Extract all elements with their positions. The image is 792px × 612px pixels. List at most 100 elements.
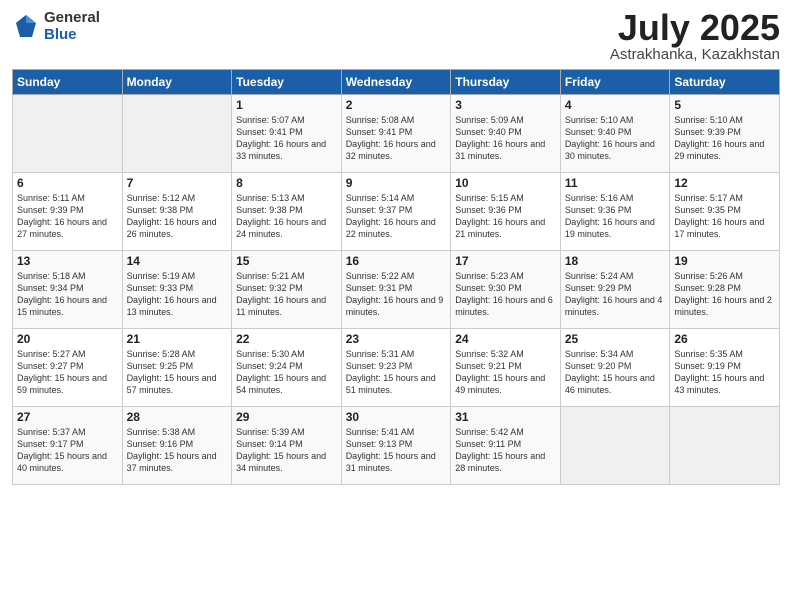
cell-info: Sunrise: 5:13 AMSunset: 9:38 PMDaylight:…	[236, 192, 337, 241]
calendar-cell: 14Sunrise: 5:19 AMSunset: 9:33 PMDayligh…	[122, 251, 232, 329]
calendar-cell: 4 Sunrise: 5:10 AMSunset: 9:40 PMDaylight…	[560, 95, 670, 173]
day-number: 15	[236, 254, 337, 268]
calendar-cell: 12 Sunrise: 5:17 AMSunset: 9:35 PMDayligh…	[670, 173, 780, 251]
day-number: 21	[127, 332, 228, 346]
calendar-cell: 18Sunrise: 5:24 AMSunset: 9:29 PMDayligh…	[560, 251, 670, 329]
header-day-tuesday: Tuesday	[232, 70, 342, 95]
header: General Blue July 2025 Astrakhanka, Kaza…	[12, 10, 780, 63]
calendar-cell: 26 Sunrise: 5:35 AMSunset: 9:19 PMDayligh…	[670, 329, 780, 407]
calendar-cell: 5Sunrise: 5:10 AMSunset: 9:39 PMDaylight…	[670, 95, 780, 173]
calendar-cell: 19 Sunrise: 5:26 AMSunset: 9:28 PMDayligh…	[670, 251, 780, 329]
day-number: 1	[236, 98, 337, 112]
cell-info: Sunrise: 5:12 AMSunset: 9:38 PMDaylight:…	[127, 192, 228, 241]
day-number: 9	[346, 176, 447, 190]
calendar-cell: 13 Sunrise: 5:18 AMSunset: 9:34 PMDayligh…	[13, 251, 123, 329]
day-number: 17	[455, 254, 556, 268]
cell-info: Sunrise: 5:41 AMSunset: 9:13 PMDaylight:…	[346, 426, 447, 475]
day-number: 29	[236, 410, 337, 424]
day-number: 23	[346, 332, 447, 346]
day-number: 20	[17, 332, 118, 346]
day-number: 11	[565, 176, 666, 190]
calendar-cell	[13, 95, 123, 173]
title-block: July 2025 Astrakhanka, Kazakhstan	[610, 10, 780, 63]
cell-info: Sunrise: 5:30 AMSunset: 9:24 PMDaylight:…	[236, 348, 337, 397]
header-day-thursday: Thursday	[451, 70, 561, 95]
calendar-cell: 7Sunrise: 5:12 AMSunset: 9:38 PMDaylight…	[122, 173, 232, 251]
header-day-monday: Monday	[122, 70, 232, 95]
week-row-2: 6Sunrise: 5:11 AMSunset: 9:39 PMDaylight…	[13, 173, 780, 251]
calendar-cell	[560, 407, 670, 485]
calendar-cell: 16Sunrise: 5:22 AMSunset: 9:31 PMDayligh…	[341, 251, 451, 329]
header-day-sunday: Sunday	[13, 70, 123, 95]
cell-info: Sunrise: 5:28 AMSunset: 9:25 PMDaylight:…	[127, 348, 228, 397]
location-title: Astrakhanka, Kazakhstan	[610, 46, 780, 63]
day-number: 4	[565, 98, 666, 112]
cell-info: Sunrise: 5:07 AMSunset: 9:41 PMDaylight:…	[236, 114, 337, 163]
cell-info: Sunrise: 5:10 AMSunset: 9:39 PMDaylight:…	[674, 114, 775, 163]
calendar-cell: 11Sunrise: 5:16 AMSunset: 9:36 PMDayligh…	[560, 173, 670, 251]
cell-info: Sunrise: 5:34 AMSunset: 9:20 PMDaylight:…	[565, 348, 666, 397]
header-day-friday: Friday	[560, 70, 670, 95]
cell-info: Sunrise: 5:39 AMSunset: 9:14 PMDaylight:…	[236, 426, 337, 475]
day-number: 26	[674, 332, 775, 346]
cell-info: Sunrise: 5:19 AMSunset: 9:33 PMDaylight:…	[127, 270, 228, 319]
logo-blue: Blue	[44, 27, 100, 44]
calendar-container: General Blue July 2025 Astrakhanka, Kaza…	[0, 0, 792, 495]
week-row-3: 13 Sunrise: 5:18 AMSunset: 9:34 PMDayligh…	[13, 251, 780, 329]
calendar-cell: 2 Sunrise: 5:08 AMSunset: 9:41 PMDaylight…	[341, 95, 451, 173]
cell-info: Sunrise: 5:17 AMSunset: 9:35 PMDaylight:…	[674, 192, 775, 241]
calendar-cell: 28 Sunrise: 5:38 AMSunset: 9:16 PMDayligh…	[122, 407, 232, 485]
cell-info: Sunrise: 5:14 AMSunset: 9:37 PMDaylight:…	[346, 192, 447, 241]
calendar-header-row: SundayMondayTuesdayWednesdayThursdayFrid…	[13, 70, 780, 95]
cell-info: Sunrise: 5:11 AMSunset: 9:39 PMDaylight:…	[17, 192, 118, 241]
month-title: July 2025	[610, 10, 780, 46]
logo-icon	[12, 13, 40, 41]
calendar-cell: 25Sunrise: 5:34 AMSunset: 9:20 PMDayligh…	[560, 329, 670, 407]
day-number: 13	[17, 254, 118, 268]
logo-general: General	[44, 10, 100, 27]
day-number: 3	[455, 98, 556, 112]
week-row-1: 1 Sunrise: 5:07 AMSunset: 9:41 PMDaylight…	[13, 95, 780, 173]
day-number: 27	[17, 410, 118, 424]
cell-info: Sunrise: 5:27 AMSunset: 9:27 PMDaylight:…	[17, 348, 118, 397]
day-number: 12	[674, 176, 775, 190]
cell-info: Sunrise: 5:21 AMSunset: 9:32 PMDaylight:…	[236, 270, 337, 319]
cell-info: Sunrise: 5:42 AMSunset: 9:11 PMDaylight:…	[455, 426, 556, 475]
day-number: 22	[236, 332, 337, 346]
day-number: 16	[346, 254, 447, 268]
cell-info: Sunrise: 5:08 AMSunset: 9:41 PMDaylight:…	[346, 114, 447, 163]
calendar-cell: 29 Sunrise: 5:39 AMSunset: 9:14 PMDayligh…	[232, 407, 342, 485]
calendar-cell: 23Sunrise: 5:31 AMSunset: 9:23 PMDayligh…	[341, 329, 451, 407]
calendar-cell: 22 Sunrise: 5:30 AMSunset: 9:24 PMDayligh…	[232, 329, 342, 407]
cell-info: Sunrise: 5:32 AMSunset: 9:21 PMDaylight:…	[455, 348, 556, 397]
cell-info: Sunrise: 5:18 AMSunset: 9:34 PMDaylight:…	[17, 270, 118, 319]
calendar-cell	[122, 95, 232, 173]
calendar-cell: 10Sunrise: 5:15 AMSunset: 9:36 PMDayligh…	[451, 173, 561, 251]
calendar-cell: 3 Sunrise: 5:09 AMSunset: 9:40 PMDaylight…	[451, 95, 561, 173]
day-number: 19	[674, 254, 775, 268]
calendar-cell: 24 Sunrise: 5:32 AMSunset: 9:21 PMDayligh…	[451, 329, 561, 407]
day-number: 8	[236, 176, 337, 190]
calendar-cell: 17 Sunrise: 5:23 AMSunset: 9:30 PMDayligh…	[451, 251, 561, 329]
week-row-4: 20 Sunrise: 5:27 AMSunset: 9:27 PMDayligh…	[13, 329, 780, 407]
calendar-cell	[670, 407, 780, 485]
day-number: 24	[455, 332, 556, 346]
cell-info: Sunrise: 5:15 AMSunset: 9:36 PMDaylight:…	[455, 192, 556, 241]
calendar-cell: 6Sunrise: 5:11 AMSunset: 9:39 PMDaylight…	[13, 173, 123, 251]
day-number: 18	[565, 254, 666, 268]
header-day-wednesday: Wednesday	[341, 70, 451, 95]
cell-info: Sunrise: 5:37 AMSunset: 9:17 PMDaylight:…	[17, 426, 118, 475]
day-number: 2	[346, 98, 447, 112]
calendar-cell: 20 Sunrise: 5:27 AMSunset: 9:27 PMDayligh…	[13, 329, 123, 407]
cell-info: Sunrise: 5:26 AMSunset: 9:28 PMDaylight:…	[674, 270, 775, 319]
cell-info: Sunrise: 5:09 AMSunset: 9:40 PMDaylight:…	[455, 114, 556, 163]
cell-info: Sunrise: 5:38 AMSunset: 9:16 PMDaylight:…	[127, 426, 228, 475]
calendar-cell: 1 Sunrise: 5:07 AMSunset: 9:41 PMDaylight…	[232, 95, 342, 173]
cell-info: Sunrise: 5:23 AMSunset: 9:30 PMDaylight:…	[455, 270, 556, 319]
cell-info: Sunrise: 5:35 AMSunset: 9:19 PMDaylight:…	[674, 348, 775, 397]
cell-info: Sunrise: 5:10 AMSunset: 9:40 PMDaylight:…	[565, 114, 666, 163]
logo: General Blue	[12, 10, 100, 43]
day-number: 28	[127, 410, 228, 424]
calendar-cell: 27 Sunrise: 5:37 AMSunset: 9:17 PMDayligh…	[13, 407, 123, 485]
calendar-cell: 21 Sunrise: 5:28 AMSunset: 9:25 PMDayligh…	[122, 329, 232, 407]
